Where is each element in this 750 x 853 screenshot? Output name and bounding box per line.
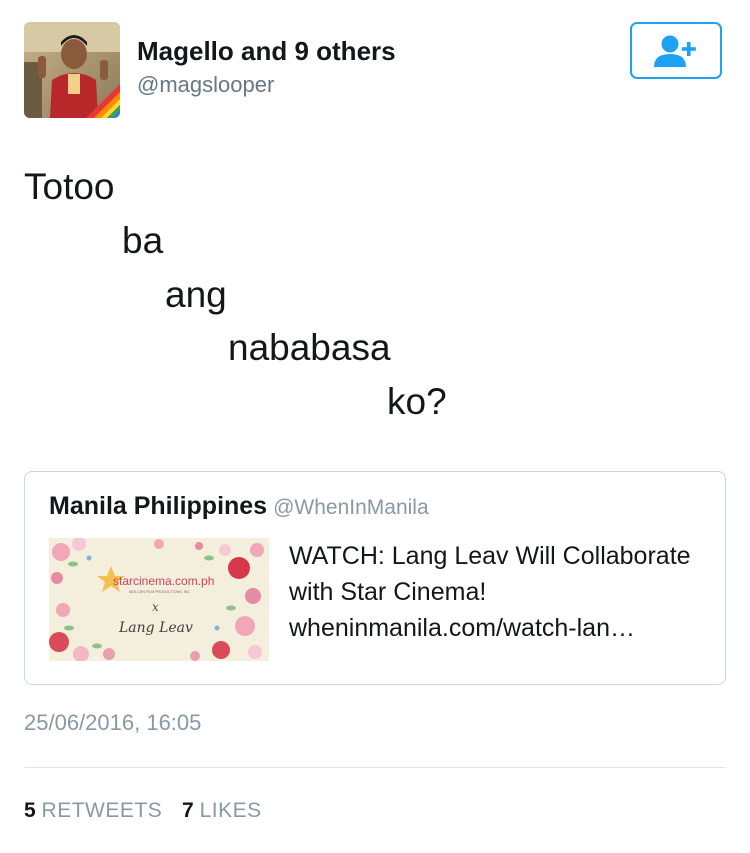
floral-thumbnail: starcinema.com.ph ABS-CBN FILM PRODUCTIO…: [49, 538, 269, 661]
card-thumbnail-image[interactable]: starcinema.com.ph ABS-CBN FILM PRODUCTIO…: [49, 538, 269, 661]
tweet-line: ang: [165, 274, 227, 315]
thumbnail-site-text: starcinema.com.ph: [113, 574, 214, 588]
author-handle[interactable]: @magslooper: [137, 72, 274, 98]
tweet-stats: 5 RETWEETS 7 LIKES: [24, 799, 276, 823]
quoted-author-handle: @WhenInManila: [273, 496, 429, 519]
retweets-count: 5: [24, 799, 36, 822]
add-user-icon: [654, 35, 696, 67]
tweet-line: nababasa: [228, 327, 391, 368]
author-avatar[interactable]: [24, 22, 120, 118]
quoted-author: Manila Philippines @WhenInManila: [49, 492, 429, 521]
card-title[interactable]: WATCH: Lang Leav Will Collaborate with S…: [289, 538, 709, 610]
retweets-stat[interactable]: 5 RETWEETS: [24, 799, 162, 823]
quoted-author-name: Manila Philippines: [49, 492, 268, 520]
tweet-line: Totoo: [24, 166, 115, 207]
card-url-link[interactable]: wheninmanila.com/watch-lan…: [289, 610, 709, 646]
follow-button[interactable]: [630, 22, 722, 79]
likes-label: LIKES: [199, 799, 262, 822]
tweet-text: Totoo ba ang nababasa ko?: [24, 160, 724, 430]
tweet-timestamp[interactable]: 25/06/2016, 16:05: [24, 710, 201, 736]
avatar-photo: [24, 22, 120, 118]
retweets-label: RETWEETS: [41, 799, 163, 822]
thumbnail-tagline: ABS-CBN FILM PRODUCTIONS, INC.: [129, 590, 191, 594]
likes-stat[interactable]: 7 LIKES: [182, 799, 262, 823]
author-display-name[interactable]: Magello and 9 others: [137, 36, 396, 67]
tweet-line: ko?: [387, 381, 447, 422]
quoted-tweet-card[interactable]: Manila Philippines @WhenInManila starcin…: [24, 471, 726, 685]
thumbnail-signature: Lang Leav: [118, 620, 193, 636]
thumbnail-x-mark: x: [152, 600, 159, 614]
divider: [24, 767, 726, 768]
likes-count: 7: [182, 799, 194, 822]
tweet-line: ba: [122, 220, 164, 261]
